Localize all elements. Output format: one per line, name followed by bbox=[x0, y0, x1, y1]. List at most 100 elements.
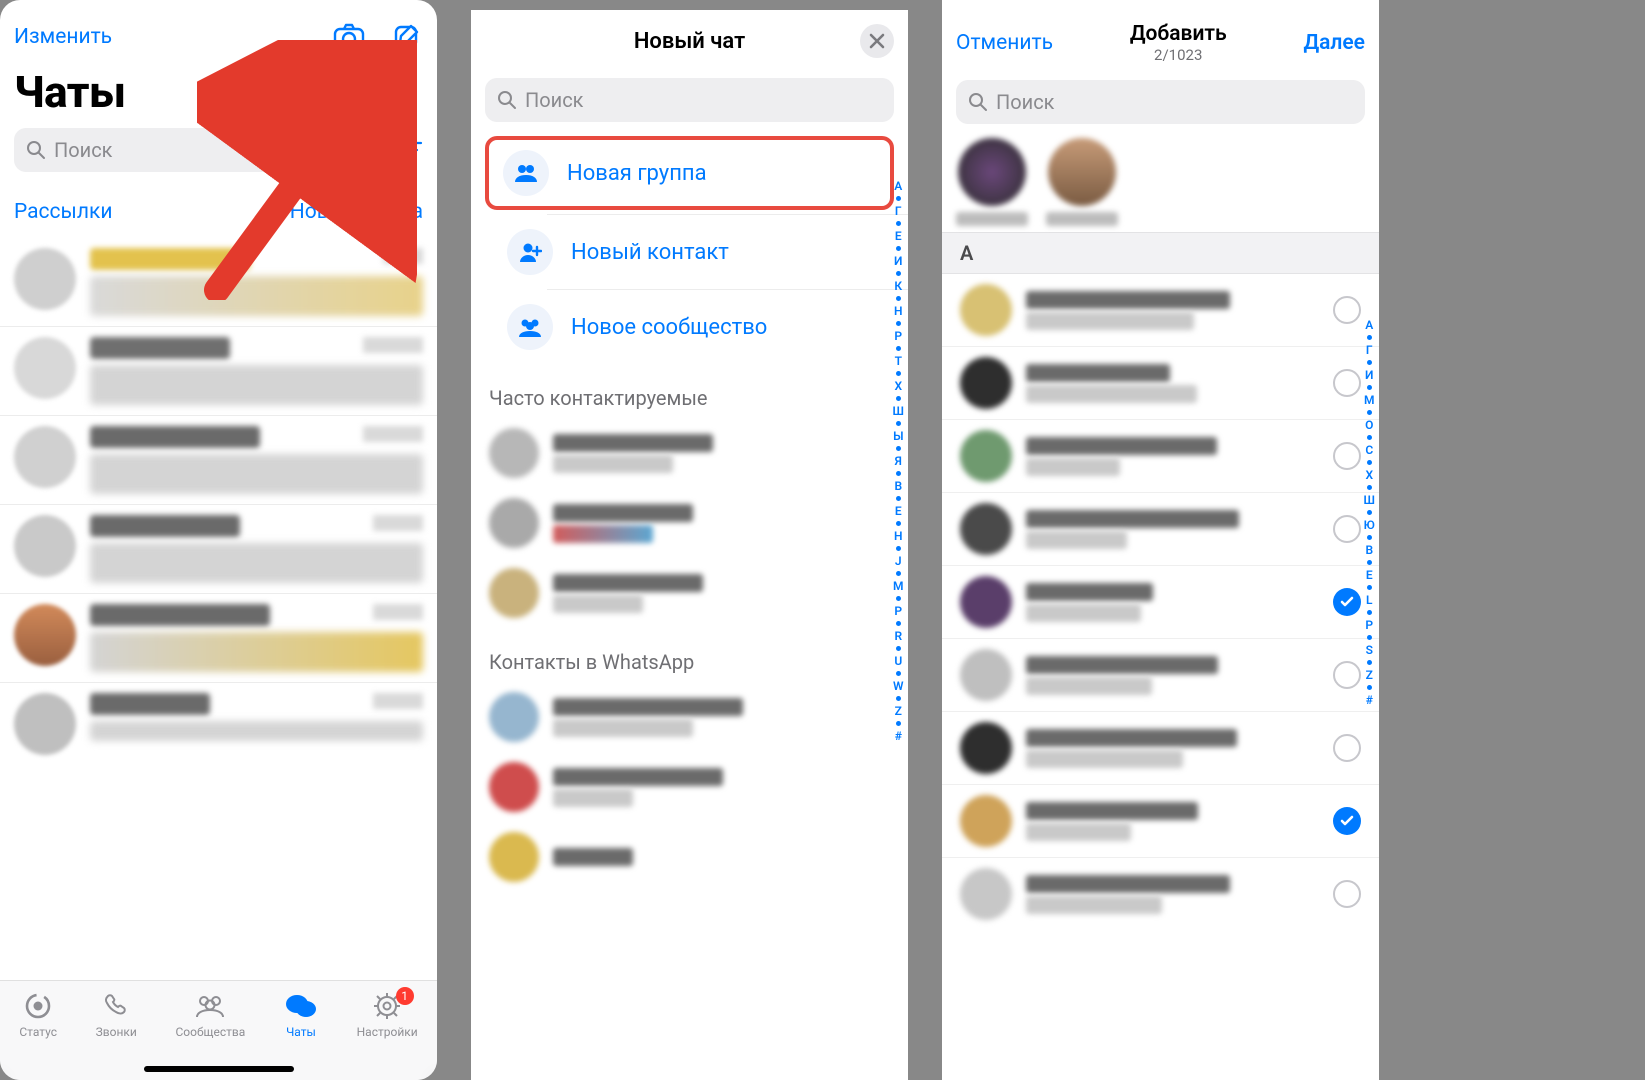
select-radio[interactable] bbox=[1333, 880, 1361, 908]
contact-text bbox=[1026, 434, 1319, 479]
screen-add-participants: Отменить Добавить 2/1023 Далее Поиск A А… bbox=[942, 0, 1379, 1080]
next-button[interactable]: Далее bbox=[1303, 31, 1365, 55]
select-radio[interactable] bbox=[1333, 588, 1361, 616]
contact-text bbox=[1026, 799, 1319, 844]
highlight-box: Новая группа bbox=[485, 136, 894, 210]
camera-icon[interactable] bbox=[333, 23, 365, 51]
chat-list bbox=[0, 238, 437, 765]
group-icon bbox=[503, 150, 549, 196]
avatar bbox=[960, 722, 1012, 774]
screen-new-chat: Новый чат Поиск Новая группа Новый конта… bbox=[471, 0, 908, 1080]
tab-label: Статус bbox=[19, 1025, 57, 1039]
action-label: Новый контакт bbox=[571, 240, 729, 265]
chat-row[interactable] bbox=[0, 504, 437, 593]
chat-row[interactable] bbox=[0, 415, 437, 504]
contact-row[interactable] bbox=[471, 682, 908, 752]
filter-icon[interactable] bbox=[397, 139, 423, 161]
search-input[interactable]: Поиск bbox=[14, 128, 387, 172]
participant-row[interactable] bbox=[942, 711, 1379, 784]
participant-row[interactable] bbox=[942, 346, 1379, 419]
participant-row[interactable] bbox=[942, 784, 1379, 857]
select-radio[interactable] bbox=[1333, 515, 1361, 543]
select-radio[interactable] bbox=[1333, 296, 1361, 324]
participant-row[interactable] bbox=[942, 857, 1379, 930]
page-title: Чаты bbox=[0, 60, 437, 128]
contact-row[interactable] bbox=[471, 488, 908, 558]
action-label: Новая группа bbox=[567, 161, 707, 186]
participant-row[interactable] bbox=[942, 492, 1379, 565]
cancel-button[interactable]: Отменить bbox=[956, 31, 1053, 55]
search-icon bbox=[968, 92, 988, 112]
close-button[interactable] bbox=[860, 24, 894, 58]
header-counter: 2/1023 bbox=[1130, 46, 1227, 64]
tab-label: Чаты bbox=[286, 1025, 316, 1039]
tab-label: Звонки bbox=[96, 1025, 137, 1039]
new-community-row[interactable]: Новое сообщество bbox=[471, 290, 908, 364]
participant-row[interactable] bbox=[942, 565, 1379, 638]
contact-text bbox=[1026, 507, 1319, 552]
action-label: Новое сообщество bbox=[571, 315, 767, 340]
contact-row[interactable] bbox=[471, 822, 908, 892]
tab-chats[interactable]: Чаты bbox=[284, 991, 318, 1039]
selected-row bbox=[942, 138, 1379, 232]
screen-chats: Изменить Чаты Поиск Рассылки Новая групп… bbox=[0, 0, 437, 1080]
header-actions bbox=[333, 22, 423, 52]
new-contact-row[interactable]: Новый контакт bbox=[471, 215, 908, 289]
tab-bar: Статус Звонки Сообщества Чаты Настройки1 bbox=[0, 980, 437, 1080]
tab-label: Сообщества bbox=[175, 1025, 245, 1039]
new-group-row[interactable]: Новая группа bbox=[503, 150, 876, 196]
add-contact-icon bbox=[507, 229, 553, 275]
selected-chip[interactable] bbox=[956, 138, 1028, 226]
search-icon bbox=[26, 140, 46, 160]
avatar bbox=[960, 576, 1012, 628]
contact-text bbox=[1026, 580, 1319, 625]
search-placeholder: Поиск bbox=[54, 138, 113, 162]
close-icon bbox=[869, 33, 885, 49]
section-contacts: Контакты в WhatsApp bbox=[471, 628, 908, 682]
chat-row[interactable] bbox=[0, 682, 437, 765]
tab-calls[interactable]: Звонки bbox=[96, 991, 137, 1039]
broadcasts-link[interactable]: Рассылки bbox=[14, 200, 112, 224]
home-indicator bbox=[144, 1066, 294, 1072]
tab-status[interactable]: Статус bbox=[19, 991, 57, 1039]
avatar bbox=[960, 284, 1012, 336]
alpha-index[interactable]: АГЕИКНРТХШЫЯBEHJMPRUWZ# bbox=[893, 180, 904, 742]
contact-row[interactable] bbox=[471, 752, 908, 822]
tab-communities[interactable]: Сообщества bbox=[175, 991, 245, 1039]
edit-button[interactable]: Изменить bbox=[14, 25, 112, 49]
participant-list bbox=[942, 274, 1379, 930]
chat-row[interactable] bbox=[0, 238, 437, 326]
avatar bbox=[960, 503, 1012, 555]
selected-chip[interactable] bbox=[1046, 138, 1118, 226]
select-radio[interactable] bbox=[1333, 369, 1361, 397]
select-radio[interactable] bbox=[1333, 807, 1361, 835]
select-radio[interactable] bbox=[1333, 661, 1361, 689]
search-input[interactable]: Поиск bbox=[956, 80, 1365, 124]
select-radio[interactable] bbox=[1333, 734, 1361, 762]
compose-icon[interactable] bbox=[393, 22, 423, 52]
search-icon bbox=[497, 90, 517, 110]
new-group-link[interactable]: Новая группа bbox=[290, 200, 423, 224]
contact-row[interactable] bbox=[471, 558, 908, 628]
chat-row[interactable] bbox=[0, 593, 437, 682]
contact-text bbox=[1026, 872, 1319, 917]
chat-row[interactable] bbox=[0, 326, 437, 415]
avatar bbox=[960, 649, 1012, 701]
community-icon bbox=[507, 304, 553, 350]
alpha-index[interactable]: АГИМОСХШЮBELPSZ# bbox=[1364, 318, 1375, 707]
header-title: Добавить bbox=[1130, 22, 1227, 46]
avatar bbox=[960, 430, 1012, 482]
participant-row[interactable] bbox=[942, 274, 1379, 346]
search-input[interactable]: Поиск bbox=[485, 78, 894, 122]
select-radio[interactable] bbox=[1333, 442, 1361, 470]
search-placeholder: Поиск bbox=[996, 90, 1055, 114]
contact-text bbox=[1026, 726, 1319, 771]
avatar bbox=[960, 795, 1012, 847]
settings-badge: 1 bbox=[396, 987, 414, 1005]
participant-row[interactable] bbox=[942, 638, 1379, 711]
contact-text bbox=[1026, 288, 1319, 333]
participant-row[interactable] bbox=[942, 419, 1379, 492]
avatar bbox=[960, 357, 1012, 409]
tab-settings[interactable]: Настройки1 bbox=[357, 991, 418, 1039]
contact-row[interactable] bbox=[471, 418, 908, 488]
